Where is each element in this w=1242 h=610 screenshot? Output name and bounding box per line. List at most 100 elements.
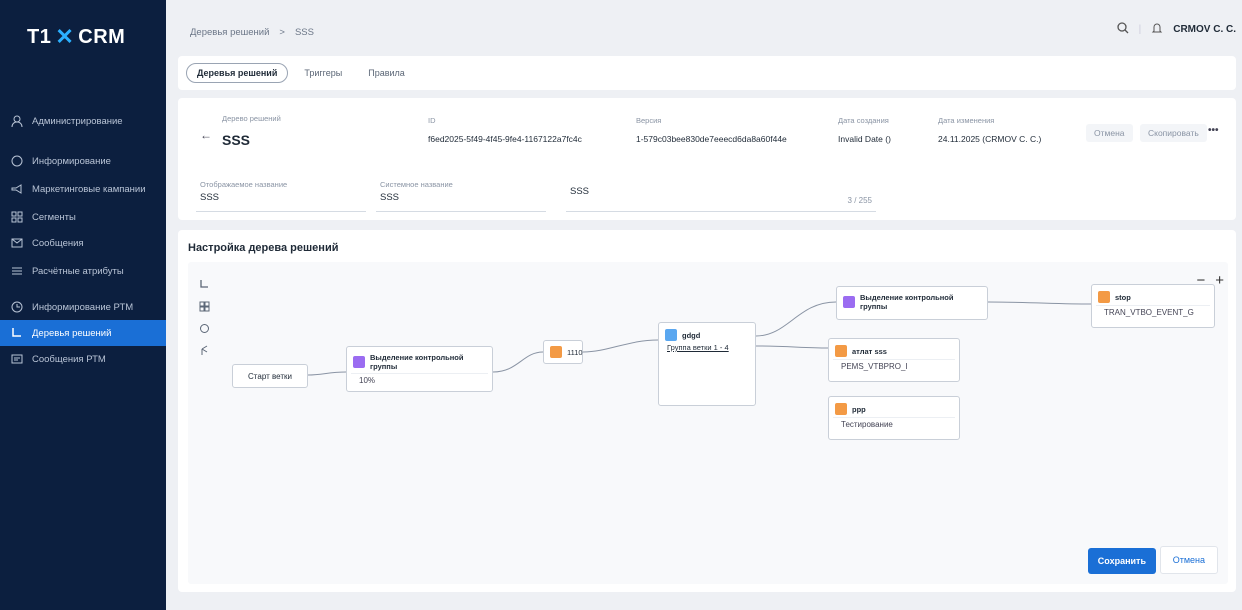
- sidebar-item-label: Сегменты: [32, 211, 76, 223]
- sidebar-item-campaigns[interactable]: Маркетинговые кампании: [0, 174, 166, 204]
- node-title: 1110: [567, 347, 583, 357]
- version-value: 1-579c03bee830de7eeecd6da8a60f44e: [636, 134, 787, 144]
- description-value: SSS: [570, 186, 590, 197]
- header-divider: |: [1138, 24, 1142, 35]
- search-icon[interactable]: [1116, 22, 1129, 37]
- sidebar-item-rtm[interactable]: Информирование РТМ: [0, 294, 166, 320]
- tree-toolbar: [196, 276, 214, 358]
- sidebar: T1 ✕ CRM Администрирование Информировани…: [0, 0, 166, 610]
- name-value: SSS: [222, 132, 251, 148]
- tree-title: Настройка дерева решений: [188, 242, 339, 254]
- version-label: Версия: [636, 116, 662, 125]
- node-purple-icon: [353, 356, 365, 368]
- tree-layout-tool-icon[interactable]: [196, 320, 212, 336]
- bell-icon[interactable]: [1151, 22, 1163, 37]
- zoom-in-button[interactable]: +: [1215, 272, 1224, 289]
- sidebar-item-segments[interactable]: Сегменты: [0, 204, 166, 230]
- tab-triggers[interactable]: Триггеры: [294, 64, 352, 82]
- save-button[interactable]: Сохранить: [1087, 548, 1156, 574]
- breadcrumb: Деревья решений > SSS | CRMOV C. C.: [176, 22, 1236, 42]
- header-right: | CRMOV C. C.: [1116, 22, 1236, 37]
- more-icon[interactable]: •••: [1208, 125, 1219, 136]
- tree-node-stop[interactable]: stop TRAN_VTBO_EVENT_G: [1091, 284, 1215, 328]
- messages-icon: [10, 236, 24, 250]
- sidebar-item-attributes[interactable]: Расчётные атрибуты: [0, 256, 166, 286]
- sidebar-nav: Администрирование Информирование Маркети…: [0, 108, 166, 372]
- created-value: Invalid Date (): [838, 134, 891, 144]
- logo[interactable]: T1 ✕ CRM: [27, 24, 125, 50]
- sidebar-item-label: Маркетинговые кампании: [32, 183, 146, 195]
- node-group-link[interactable]: Группа ветки 1 - 4: [659, 343, 755, 352]
- tree-node-action[interactable]: атлат sss PEMS_VTBPRO_I: [828, 338, 960, 382]
- display-name-value: SSS: [200, 192, 220, 203]
- sidebar-item-info[interactable]: Информирование: [0, 148, 166, 174]
- description-counter: 3 / 255: [847, 196, 872, 205]
- tree-node-control-group[interactable]: Выделение контрольной группы 10%: [346, 346, 493, 392]
- tree-card: Настройка дерева решений − + Старт ветки…: [178, 230, 1236, 592]
- info-icon: [10, 154, 24, 168]
- admin-icon: [10, 114, 24, 128]
- node-title: Выделение контрольной группы: [370, 353, 464, 371]
- display-name-label: Отображаемое название: [200, 180, 288, 189]
- sidebar-item-rtm-messages[interactable]: Сообщения РТМ: [0, 346, 166, 372]
- node-body: 10%: [351, 373, 488, 390]
- tree-node-1110[interactable]: 1110: [543, 340, 583, 364]
- id-label: ID: [428, 116, 436, 125]
- cancel-button[interactable]: Отмена: [1159, 546, 1218, 574]
- breadcrumb-current: SSS: [294, 26, 314, 38]
- sidebar-item-label: Информирование РТМ: [32, 301, 134, 313]
- tree-grid-tool-icon[interactable]: [196, 298, 212, 314]
- tree-node-test[interactable]: ррр Тестирование: [828, 396, 960, 440]
- id-value: f6ed2025-5f49-4f45-9fe4-1167122a7fc4c: [428, 134, 582, 144]
- node-body: TRAN_VTBO_EVENT_G: [1096, 305, 1210, 322]
- sidebar-item-admin[interactable]: Администрирование: [0, 108, 166, 134]
- campaign-icon: [10, 182, 24, 196]
- sidebar-item-label: Расчётные атрибуты: [32, 265, 124, 277]
- system-name-field[interactable]: Системное название SSS: [376, 172, 546, 212]
- tree-canvas[interactable]: − + Старт ветки Выделение контрольной гр…: [188, 262, 1228, 584]
- sidebar-item-label: Сообщения: [32, 237, 84, 249]
- breadcrumb-parent[interactable]: Деревья решений: [190, 27, 269, 38]
- tabs-bar: Деревья решений Триггеры Правила: [178, 56, 1236, 90]
- main-area: Деревья решений > SSS | CRMOV C. C. Дере…: [176, 0, 1242, 610]
- back-arrow-icon[interactable]: ←: [200, 128, 212, 142]
- tree-icon: [10, 326, 24, 340]
- tree-node-control-group-2[interactable]: Выделение контрольной группы: [836, 286, 988, 320]
- created-label: Дата создания: [838, 116, 889, 125]
- changed-label: Дата изменения: [938, 116, 995, 125]
- breadcrumb-separator: >: [279, 26, 285, 38]
- logo-suffix: CRM: [78, 25, 126, 48]
- system-name-label: Системное название: [380, 180, 453, 189]
- segments-icon: [10, 210, 24, 224]
- sidebar-item-label: Администрирование: [32, 115, 123, 127]
- node-purple-icon: [843, 296, 855, 308]
- start-node-label: Старт ветки: [248, 371, 292, 381]
- tree-link-tool-icon[interactable]: [196, 276, 212, 292]
- node-orange-icon: [835, 403, 847, 415]
- sidebar-item-decision-trees[interactable]: Деревья решений: [0, 320, 166, 346]
- name-label: Дерево решений: [222, 114, 281, 123]
- sidebar-item-label: Сообщения РТМ: [32, 353, 106, 365]
- node-title: stop: [1115, 292, 1131, 302]
- description-field[interactable]: SSS 3 / 255: [566, 172, 876, 212]
- copy-button[interactable]: Скопировать: [1140, 124, 1207, 142]
- start-node[interactable]: Старт ветки: [232, 364, 308, 388]
- sidebar-item-messages[interactable]: Сообщения: [0, 230, 166, 256]
- attributes-icon: [10, 264, 24, 278]
- tree-node-gdgd[interactable]: gdgd Группа ветки 1 - 4: [658, 322, 756, 406]
- node-orange-icon: [835, 345, 847, 357]
- sidebar-item-label: Информирование: [32, 155, 111, 167]
- tab-rules[interactable]: Правила: [358, 64, 415, 82]
- display-name-field[interactable]: Отображаемое название SSS: [196, 172, 366, 212]
- tab-decision-trees[interactable]: Деревья решений: [186, 63, 289, 83]
- node-body: Тестирование: [833, 417, 955, 434]
- cancel-button-top[interactable]: Отмена: [1086, 124, 1133, 142]
- node-blue-icon: [665, 329, 677, 341]
- system-name-value: SSS: [380, 192, 400, 203]
- tree-branch-tool-icon[interactable]: [196, 342, 212, 358]
- rtm-messages-icon: [10, 352, 24, 366]
- node-orange-icon: [550, 346, 562, 358]
- changed-value: 24.11.2025 (CRMOV C. C.): [938, 134, 1042, 144]
- user-name[interactable]: CRMOV C. C.: [1173, 24, 1236, 35]
- logo-text: T1: [27, 25, 52, 48]
